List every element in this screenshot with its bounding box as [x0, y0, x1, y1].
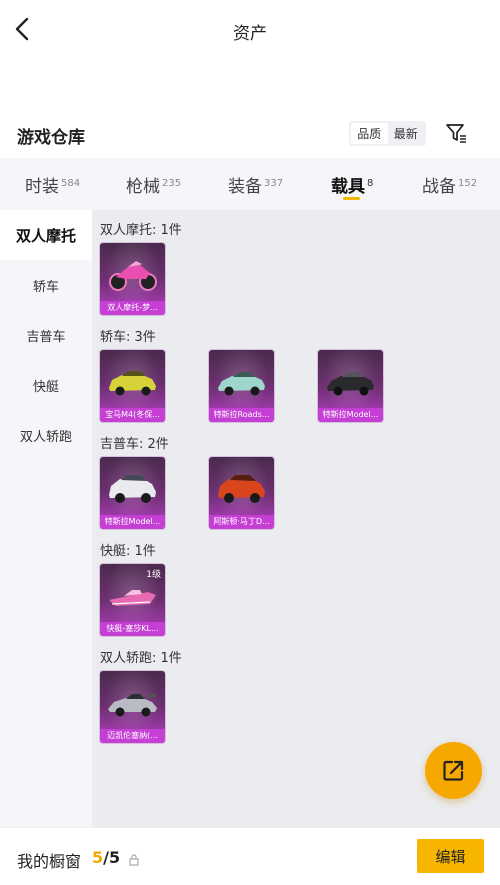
tab-equipment[interactable]: 装备 337 — [228, 172, 283, 197]
speedboat-icon — [109, 590, 156, 606]
vehicle-card[interactable]: 特斯拉Model... — [318, 350, 383, 422]
section-label-jeep: 吉普车: 2件 — [100, 437, 169, 452]
vehicle-card[interactable]: 阿斯顿·马丁D... — [209, 457, 274, 529]
warehouse-title: 游戏仓库 — [17, 128, 85, 148]
vehicle-name: 特斯拉Model... — [322, 410, 379, 419]
section-label-sedan: 轿车: 3件 — [100, 330, 156, 345]
section-label-speedboat: 快艇: 1件 — [100, 544, 156, 559]
tab-fashion[interactable]: 时装 584 — [25, 172, 80, 197]
vehicle-card[interactable]: 特斯拉Roads... — [209, 350, 274, 422]
vehicle-name: 阿斯顿·马丁D... — [213, 517, 270, 526]
sports-car-icon — [108, 694, 157, 717]
sidebar-item-two-seat-motorcycle[interactable]: 双人摩托 — [0, 210, 92, 260]
vehicle-card[interactable]: 迈凯伦塞纳(... — [100, 671, 165, 743]
tab-supplies[interactable]: 战备 152 — [422, 172, 477, 197]
vehicle-card[interactable]: 1级 快艇-塞莎KL... — [100, 564, 165, 636]
sidebar-item-jeep[interactable]: 吉普车 — [0, 310, 92, 360]
sidebar-item-sedan[interactable]: 轿车 — [0, 260, 92, 310]
vehicle-card[interactable]: 双人摩托-梦... — [100, 243, 165, 315]
vehicle-type-sidebar: 双人摩托 轿车 吉普车 快艇 双人轿跑 — [0, 210, 92, 827]
showcase-count: 5/5 — [92, 848, 121, 867]
filter-icon[interactable] — [444, 121, 468, 145]
section-label-coupe: 双人轿跑: 1件 — [100, 651, 182, 666]
suv-icon — [109, 475, 156, 503]
vehicle-name: 宝马M4(冬保... — [105, 410, 160, 419]
motorcycle-icon — [109, 261, 157, 291]
tab-vehicles[interactable]: 载具 8 — [331, 172, 373, 197]
sidebar-item-two-seat-coupe[interactable]: 双人轿跑 — [0, 410, 92, 460]
active-tab-indicator — [343, 197, 360, 200]
vehicle-card[interactable]: 特斯拉Model... — [100, 457, 165, 529]
car-icon — [327, 372, 374, 396]
showcase-label: 我的橱窗 — [17, 852, 82, 871]
page-title: 资产 — [233, 24, 267, 44]
vehicle-name: 双人摩托-梦... — [107, 303, 158, 312]
category-tabs: 时装 584 枪械 235 装备 337 载具 8 战备 152 — [0, 158, 500, 210]
tab-firearms[interactable]: 枪械 235 — [126, 172, 181, 197]
vehicle-name: 快艇-塞莎KL... — [106, 624, 159, 633]
sort-toggle: 品质 最新 — [349, 121, 426, 146]
car-icon — [218, 372, 265, 396]
sort-newest-button[interactable]: 最新 — [388, 123, 425, 144]
sidebar-item-speedboat[interactable]: 快艇 — [0, 360, 92, 410]
vehicle-name: 特斯拉Roads... — [213, 410, 270, 419]
share-button[interactable] — [425, 742, 482, 799]
top-bar: 资产 — [0, 0, 500, 58]
vehicle-name: 特斯拉Model... — [104, 517, 161, 526]
sort-quality-button[interactable]: 品质 — [351, 123, 388, 144]
vehicle-card[interactable]: 宝马M4(冬保... — [100, 350, 165, 422]
lock-icon — [129, 851, 139, 866]
car-icon — [109, 371, 156, 396]
share-icon — [443, 760, 464, 781]
edit-button[interactable]: 编辑 — [417, 839, 484, 873]
suv-icon — [218, 475, 265, 503]
vehicle-name: 迈凯伦塞纳(... — [107, 731, 158, 740]
section-label-motorcycle: 双人摩托: 1件 — [100, 223, 182, 238]
